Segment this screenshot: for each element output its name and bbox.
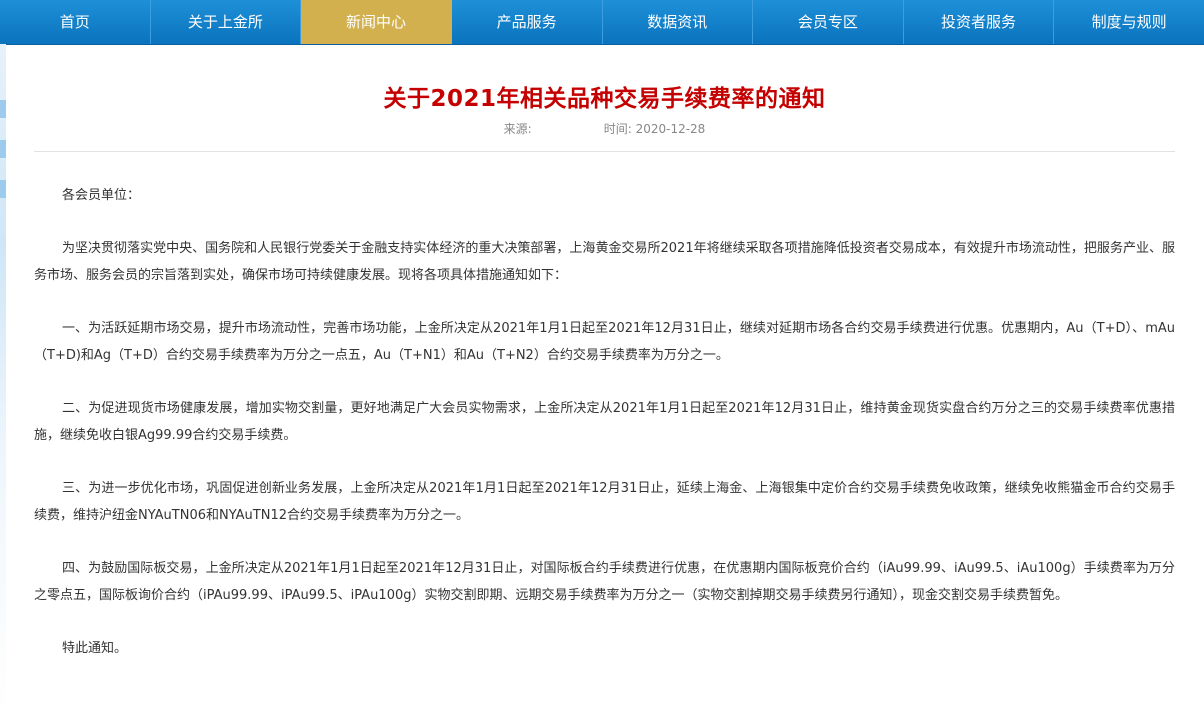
side-decoration — [0, 44, 6, 719]
article-body: 各会员单位： 为坚决贯彻落实党中央、国务院和人民银行党委关于金融支持实体经济的重… — [34, 152, 1175, 662]
paragraph-1: 一、为活跃延期市场交易，提升市场流动性，完善市场功能，上金所决定从2021年1月… — [34, 321, 1175, 363]
paragraph-4: 四、为鼓励国际板交易，上金所决定从2021年1月1日起至2021年12月31日止… — [34, 561, 1175, 603]
main-nav: 首页 关于上金所 新闻中心 产品服务 数据资讯 会员专区 投资者服务 制度与规则 — [0, 0, 1204, 45]
nav-item-data[interactable]: 数据资讯 — [603, 0, 754, 44]
time-label: 时间: — [603, 122, 632, 136]
paragraph-3: 三、为进一步优化市场，巩固促进创新业务发展，上金所决定从2021年1月1日起至2… — [34, 481, 1175, 523]
nav-item-investors[interactable]: 投资者服务 — [904, 0, 1055, 44]
closing: 特此通知。 — [62, 641, 128, 656]
nav-item-home[interactable]: 首页 — [0, 0, 151, 44]
paragraph-2: 二、为促进现货市场健康发展，增加实物交割量，更好地满足广大会员实物需求，上金所决… — [34, 401, 1175, 443]
nav-item-news[interactable]: 新闻中心 — [301, 0, 452, 44]
source-label: 来源: — [503, 122, 532, 136]
nav-item-rules[interactable]: 制度与规则 — [1054, 0, 1204, 44]
salutation: 各会员单位： — [62, 188, 141, 203]
article-meta: 来源: 时间: 2020-12-28 — [34, 120, 1175, 138]
paragraph-intro: 为坚决贯彻落实党中央、国务院和人民银行党委关于金融支持实体经济的重大决策部署，上… — [34, 241, 1175, 283]
nav-item-products[interactable]: 产品服务 — [452, 0, 603, 44]
nav-item-about[interactable]: 关于上金所 — [151, 0, 302, 44]
time-value: 2020-12-28 — [635, 122, 706, 136]
article-title: 关于2021年相关品种交易手续费率的通知 — [383, 86, 826, 112]
article: 关于2021年相关品种交易手续费率的通知 来源: 时间: 2020-12-28 各… — [34, 44, 1175, 662]
nav-item-members[interactable]: 会员专区 — [753, 0, 904, 44]
